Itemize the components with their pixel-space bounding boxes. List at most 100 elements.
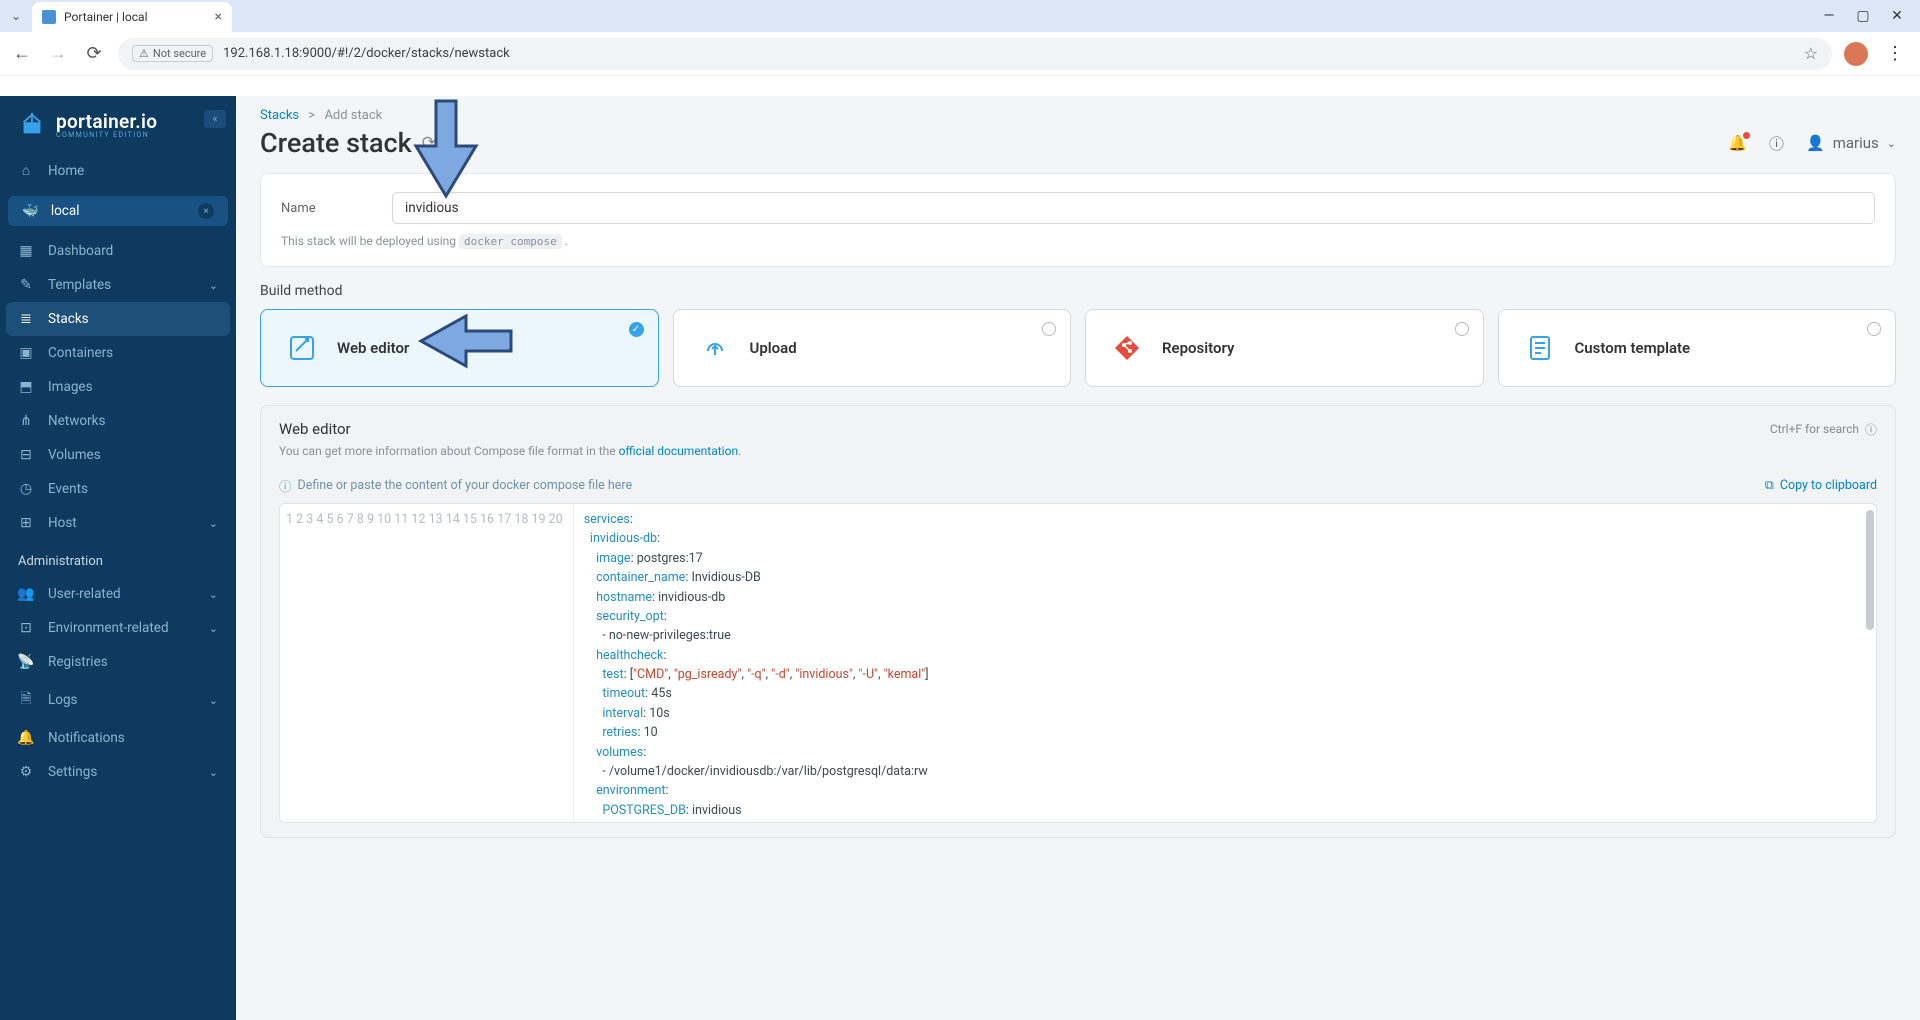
main-content: Stacks > Add stack Create stack ⟳ 🔔 ⓘ 👤 … (236, 96, 1920, 1020)
help-icon[interactable]: ⓘ (1769, 133, 1784, 154)
chevron-down-icon: ⌄ (209, 517, 218, 530)
warning-icon: ⚠ (139, 47, 149, 60)
sidebar-item-home[interactable]: ⌂ Home (0, 153, 236, 188)
sidebar-item-user-related[interactable]: 👥User-related⌄ (0, 577, 236, 611)
editor-title: Web editor (279, 420, 351, 438)
chevron-down-icon: ⌄ (209, 622, 218, 635)
reload-button[interactable]: ⟳ (82, 43, 106, 64)
user-menu[interactable]: 👤 marius ⌄ (1806, 134, 1896, 152)
favicon-icon (42, 10, 56, 24)
sidebar-item-stacks[interactable]: ≣Stacks (6, 302, 230, 336)
sidebar-item-networks[interactable]: ⋔Networks (0, 404, 236, 438)
minimize-button[interactable]: — (1822, 8, 1836, 24)
bell-icon: 🔔 (18, 730, 34, 746)
logo-subtitle: COMMUNITY EDITION (56, 131, 157, 139)
sidebar-section-header: Administration (0, 540, 236, 577)
refresh-icon[interactable]: ⟳ (422, 133, 436, 153)
collapse-sidebar-button[interactable]: « (204, 110, 226, 128)
back-button[interactable]: ← (10, 43, 34, 64)
sidebar-item-templates[interactable]: ✎Templates⌄ (0, 268, 236, 302)
name-label: Name (281, 201, 376, 216)
editor-placeholder-hint: ⓘ Define or paste the content of your do… (279, 476, 632, 495)
method-custom-template[interactable]: Custom template (1498, 309, 1897, 387)
registries-icon: 📡 (18, 654, 34, 670)
sidebar: portainer.io COMMUNITY EDITION « ⌂ Home … (0, 96, 236, 1020)
radio-selected-icon (629, 322, 644, 337)
chevron-down-icon: ⌄ (209, 279, 218, 292)
sidebar-item-volumes[interactable]: ⊟Volumes (0, 438, 236, 472)
upload-icon (698, 331, 732, 365)
address-bar: ← → ⟳ ⚠ Not secure 192.168.1.18:9000/#!/… (0, 32, 1920, 76)
chevron-down-icon: ⌄ (209, 766, 218, 779)
sidebar-item-events[interactable]: ◷Events (0, 472, 236, 506)
tab-title: Portainer | local (64, 10, 207, 24)
build-method-group: Web editor Upload Repository Custom temp… (260, 309, 1896, 387)
environment-icon: ⊡ (18, 620, 34, 636)
user-icon: 👤 (1806, 134, 1825, 152)
events-icon: ◷ (18, 481, 34, 497)
logo[interactable]: portainer.io COMMUNITY EDITION (0, 96, 236, 153)
stack-name-input[interactable] (392, 192, 1875, 224)
profile-avatar[interactable] (1844, 42, 1868, 66)
bookmark-star-icon[interactable]: ☆ (1804, 44, 1818, 63)
deploy-hint: This stack will be deployed using docker… (281, 234, 1875, 248)
sidebar-item-dashboard[interactable]: ▦Dashboard (0, 234, 236, 268)
method-repository[interactable]: Repository (1085, 309, 1484, 387)
sidebar-item-host[interactable]: ⊞Host⌄ (0, 506, 236, 540)
portainer-logo-icon (18, 111, 46, 139)
sidebar-item-notifications[interactable]: 🔔Notifications (0, 721, 236, 755)
maximize-button[interactable]: ▢ (1856, 8, 1870, 24)
docs-link[interactable]: official documentation (619, 444, 739, 458)
browser-tab[interactable]: Portainer | local × (32, 2, 232, 32)
method-upload[interactable]: Upload (673, 309, 1072, 387)
breadcrumb-root[interactable]: Stacks (260, 108, 299, 123)
sidebar-item-environment-related[interactable]: ⊡Environment-related⌄ (0, 611, 236, 645)
users-icon: 👥 (18, 586, 34, 602)
browser-menu-icon[interactable]: ⋮ (1880, 43, 1910, 64)
method-web-editor[interactable]: Web editor (260, 309, 659, 387)
chevron-down-icon: ⌄ (1887, 137, 1896, 150)
code-content[interactable]: services: invidious-db: image: postgres:… (574, 504, 1876, 822)
info-icon: ⓘ (279, 476, 292, 495)
copy-to-clipboard-button[interactable]: ⧉ Copy to clipboard (1765, 478, 1877, 493)
web-editor-icon (285, 331, 319, 365)
notifications-icon[interactable]: 🔔 (1728, 134, 1747, 152)
sidebar-environment[interactable]: 🐳 local × (8, 196, 228, 226)
name-card: Name This stack will be deployed using d… (260, 173, 1896, 267)
images-icon: ⬒ (18, 379, 34, 395)
sidebar-item-settings[interactable]: ⚙Settings⌄ (0, 755, 236, 789)
template-icon (1523, 331, 1557, 365)
git-icon (1110, 331, 1144, 365)
not-secure-badge[interactable]: ⚠ Not secure (132, 45, 213, 62)
dashboard-icon: ▦ (18, 243, 34, 259)
close-tab-icon[interactable]: × (215, 9, 222, 25)
radio-icon (1455, 322, 1469, 336)
sidebar-item-containers[interactable]: ▣Containers (0, 336, 236, 370)
breadcrumb-current: Add stack (324, 108, 382, 123)
copy-icon: ⧉ (1765, 478, 1774, 493)
web-editor-section: Web editor Ctrl+F for search ⓘ You can g… (260, 405, 1896, 838)
sidebar-item-logs[interactable]: 🗎Logs⌄ (0, 679, 236, 721)
logs-icon: 🗎 (18, 688, 34, 712)
tab-list-dropdown[interactable]: ⌄ (0, 9, 32, 23)
breadcrumb: Stacks > Add stack (236, 96, 1920, 123)
close-env-icon[interactable]: × (198, 203, 214, 219)
sidebar-item-registries[interactable]: 📡Registries (0, 645, 236, 679)
page-title: Create stack (260, 127, 412, 159)
sidebar-item-images[interactable]: ⬒Images (0, 370, 236, 404)
build-method-label: Build method (260, 283, 1896, 299)
networks-icon: ⋔ (18, 413, 34, 429)
forward-button[interactable]: → (46, 43, 70, 64)
url-field[interactable]: ⚠ Not secure 192.168.1.18:9000/#!/2/dock… (118, 38, 1832, 70)
help-icon[interactable]: ⓘ (1865, 421, 1877, 438)
radio-icon (1867, 322, 1881, 336)
compose-editor[interactable]: 1 2 3 4 5 6 7 8 9 10 11 12 13 14 15 16 1… (279, 503, 1877, 823)
whale-icon: 🐳 (22, 203, 39, 219)
logo-text: portainer.io (56, 110, 157, 133)
host-icon: ⊞ (18, 515, 34, 531)
close-window-button[interactable]: ✕ (1890, 8, 1904, 24)
containers-icon: ▣ (18, 345, 34, 361)
line-numbers: 1 2 3 4 5 6 7 8 9 10 11 12 13 14 15 16 1… (280, 504, 574, 822)
search-hint: Ctrl+F for search ⓘ (1770, 421, 1877, 438)
scrollbar-thumb[interactable] (1866, 510, 1874, 630)
